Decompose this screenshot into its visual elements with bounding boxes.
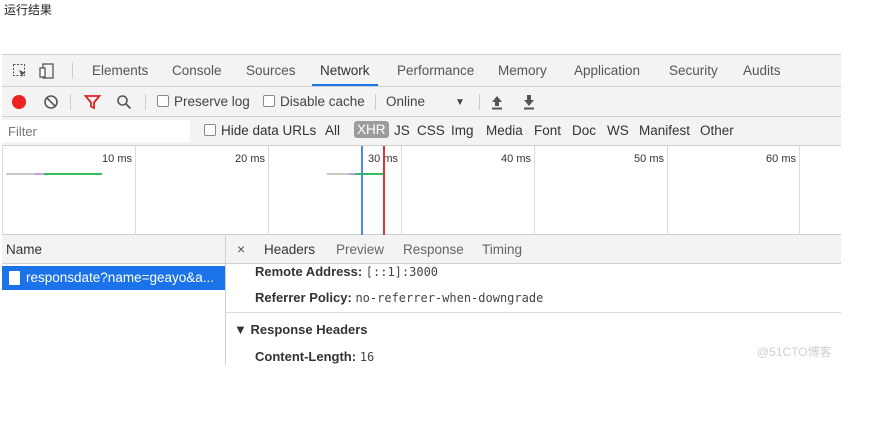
throttling-value: Online [386, 94, 426, 109]
checkbox-box[interactable] [263, 95, 275, 107]
timeline-tick-label: 60 ms [766, 153, 796, 165]
timeline-gridline [135, 146, 136, 235]
tab-application[interactable]: Application [574, 55, 640, 86]
chevron-down-icon[interactable]: ▼ [455, 97, 465, 108]
details-tabbar: × Headers Preview Response Timing [226, 235, 841, 264]
import-har-icon[interactable] [490, 94, 506, 110]
record-icon[interactable] [12, 95, 26, 109]
preserve-log-checkbox[interactable]: Preserve log [157, 94, 250, 109]
waterfall-bar-queue [6, 173, 34, 175]
watermark: @51CTO博客 [757, 345, 832, 359]
hide-data-urls-label: Hide data URLs [221, 123, 317, 138]
checkbox-box[interactable] [204, 124, 216, 136]
disable-cache-checkbox[interactable]: Disable cache [263, 94, 365, 109]
export-har-icon[interactable] [522, 94, 538, 110]
toolbar-divider [145, 94, 146, 110]
waterfall-bar-queue [327, 173, 349, 175]
tab-console[interactable]: Console [172, 55, 222, 86]
tab-sources[interactable]: Sources [246, 55, 296, 86]
timeline-gridline [799, 146, 800, 235]
filter-type-font[interactable]: Font [534, 123, 561, 138]
filter-input[interactable] [2, 120, 190, 142]
network-toolbar: Preserve log Disable cache Online ▼ [2, 87, 841, 117]
filter-type-manifest[interactable]: Manifest [639, 123, 690, 138]
tab-network[interactable]: Network [312, 55, 378, 86]
preserve-log-label: Preserve log [174, 94, 250, 109]
request-row[interactable]: responsdate?name=geayo&a... [2, 266, 225, 290]
devtools-tabbar: Elements Console Sources Network Perform… [2, 55, 841, 87]
toolbar-divider [70, 94, 71, 110]
devtools-panel: Elements Console Sources Network Perform… [2, 54, 841, 365]
domcontentloaded-marker [361, 146, 363, 235]
timeline-gridline [2, 146, 3, 235]
waterfall-bar-waiting [44, 173, 102, 175]
tab-elements[interactable]: Elements [92, 55, 148, 86]
name-column-header[interactable]: Name [2, 235, 225, 264]
waterfall-bar-waiting [355, 173, 383, 175]
document-icon [9, 271, 20, 285]
filter-type-other[interactable]: Other [700, 123, 734, 138]
timeline-tick-label: 10 ms [102, 153, 132, 165]
toolbar-divider [72, 63, 73, 79]
tab-response[interactable]: Response [403, 242, 464, 257]
timeline-tick-label: 40 ms [501, 153, 531, 165]
filter-type-media[interactable]: Media [486, 123, 523, 138]
filter-type-js[interactable]: JS [394, 123, 410, 138]
timeline-gridline [401, 146, 402, 235]
filter-type-css[interactable]: CSS [417, 123, 445, 138]
tab-preview[interactable]: Preview [336, 242, 384, 257]
filter-type-img[interactable]: Img [451, 123, 474, 138]
remote-address-value: [::1]:3000 [365, 265, 439, 279]
filter-bar: Hide data URLs All XHR JS CSS Img Media … [2, 117, 841, 146]
filter-type-all[interactable]: All [325, 123, 340, 138]
load-event-marker [383, 146, 385, 235]
close-icon[interactable]: × [237, 241, 245, 257]
search-icon[interactable] [116, 94, 132, 110]
caption-text: 运行结果 [4, 3, 53, 17]
tab-performance[interactable]: Performance [397, 55, 474, 86]
timeline-gridline [268, 146, 269, 235]
content-length-key: Content-Length: [255, 349, 357, 364]
timeline-tick-label: 20 ms [235, 153, 265, 165]
referrer-policy-row: Referrer Policy: no-referrer-when-downgr… [255, 290, 543, 305]
device-toolbar-icon[interactable] [39, 63, 55, 79]
throttling-select[interactable]: Online [386, 94, 425, 109]
toolbar-divider [375, 94, 376, 110]
request-name: responsdate?name=geayo&a... [26, 270, 215, 285]
response-headers-toggle[interactable]: ▼ Response Headers [234, 322, 368, 337]
filter-type-xhr[interactable]: XHR [354, 121, 389, 138]
remote-address-key: Remote Address: [255, 264, 363, 279]
timeline-overview[interactable]: 10 ms 20 ms 30 ms 40 ms 50 ms 60 ms [2, 146, 841, 235]
remote-address-row: Remote Address: [::1]:3000 [255, 264, 438, 279]
checkbox-box[interactable] [157, 95, 169, 107]
inspect-element-icon[interactable] [12, 63, 28, 79]
disable-cache-label: Disable cache [280, 94, 365, 109]
tab-headers[interactable]: Headers [264, 242, 315, 257]
tab-memory[interactable]: Memory [498, 55, 547, 86]
hide-data-urls-checkbox[interactable]: Hide data URLs [204, 123, 316, 138]
request-list: Name responsdate?name=geayo&a... [2, 235, 226, 365]
clear-icon[interactable] [43, 94, 59, 110]
timeline-tick-label: 30 ms [368, 153, 398, 165]
filter-type-doc[interactable]: Doc [572, 123, 596, 138]
content-length-row: Content-Length: 16 [255, 349, 374, 364]
waterfall-bar-stalled [34, 173, 44, 175]
timeline-gridline [667, 146, 668, 235]
filter-icon[interactable] [83, 94, 102, 110]
tab-audits[interactable]: Audits [743, 55, 781, 86]
timeline-tick-label: 50 ms [634, 153, 664, 165]
tab-security[interactable]: Security [669, 55, 718, 86]
filter-type-ws[interactable]: WS [607, 123, 629, 138]
timeline-gridline [534, 146, 535, 235]
content-length-value: 16 [359, 350, 375, 364]
referrer-policy-key: Referrer Policy: [255, 290, 352, 305]
section-divider [226, 312, 841, 313]
tab-timing[interactable]: Timing [482, 242, 522, 257]
toolbar-divider [479, 94, 480, 110]
referrer-policy-value: no-referrer-when-downgrade [355, 291, 544, 305]
request-details: × Headers Preview Response Timing Remote… [226, 235, 841, 365]
